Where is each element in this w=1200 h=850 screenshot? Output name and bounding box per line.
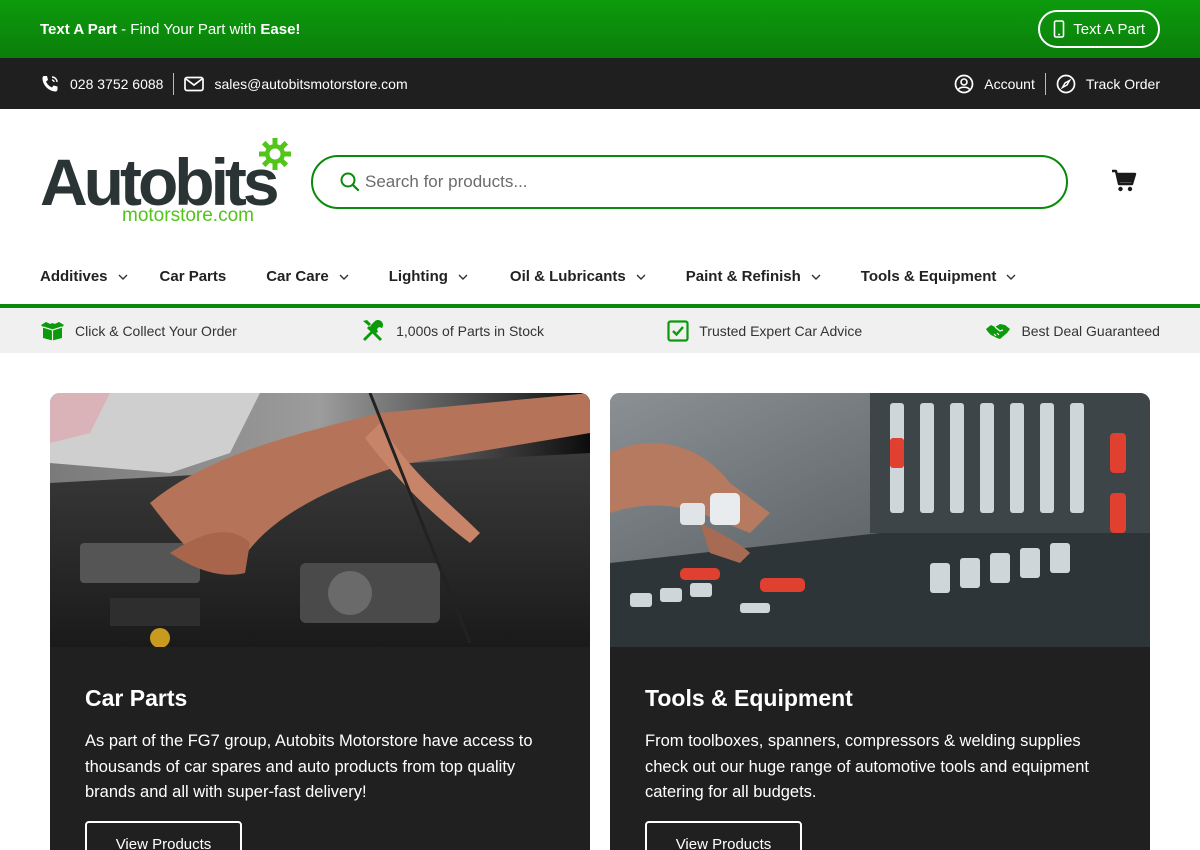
mobile-phone-icon [1053,20,1065,38]
nav-label: Additives [40,268,108,285]
track-order-link[interactable]: Track Order [1056,74,1160,94]
promo-text-bold: Text A Part [40,20,117,38]
usp-bar: Click & Collect Your Order 1,000s of Par… [0,308,1200,353]
card-description: From toolboxes, spanners, compressors & … [645,732,1089,801]
contact-bar: 028 3752 6088 sales@autobitsmotorstore.c… [0,58,1200,109]
card-body: Tools & Equipment From toolboxes, spanne… [610,647,1150,850]
card-title: Car Parts [85,685,188,711]
email-link[interactable]: sales@autobitsmotorstore.com [184,75,408,92]
email-address: sales@autobitsmotorstore.com [214,75,408,92]
chevron-down-icon [339,274,349,280]
search-bar [311,155,1068,209]
phone-link[interactable]: 028 3752 6088 [40,74,163,94]
nav-item-lighting[interactable]: Lighting [389,268,468,285]
promo-text-mid: - Find Your Part with [116,20,261,38]
car-engine-image [50,393,590,647]
card-body: Car Parts As part of the FG7 group, Auto… [50,647,590,850]
promo-text: Text A Part - Find Your Part with Ease! [40,21,300,38]
toolkit-image [610,393,1150,647]
nav-label: Oil & Lubricants [509,268,626,285]
nav-item-paint-refinish[interactable]: Paint & Refinish [686,268,821,285]
usp-item: Trusted Expert Car Advice [667,319,863,342]
usp-label: Click & Collect Your Order [75,322,237,339]
envelope-icon [184,76,205,91]
usp-item: Best Deal Guaranteed [985,321,1160,341]
handshake-icon [986,323,1011,339]
account-label: Account [984,75,1035,92]
nav-label: Tools & Equipment [860,268,997,285]
box-icon [41,321,64,340]
compass-icon [1056,74,1076,93]
divider [173,72,175,95]
nav-label: Paint & Refinish [685,268,801,285]
nav-item-car-parts[interactable]: Car Parts [160,268,227,285]
usp-label: Trusted Expert Car Advice [699,322,863,339]
card-title: Tools & Equipment [645,685,853,711]
nav-label: Car Parts [159,268,227,285]
usp-item: 1,000s of Parts in Stock [360,318,544,344]
chevron-down-icon [636,274,646,280]
account-link[interactable]: Account [954,74,1035,94]
category-card-car-parts[interactable]: Car Parts As part of the FG7 group, Auto… [50,393,590,850]
chevron-down-icon [1006,274,1016,280]
view-products-button[interactable]: View Products [85,821,242,850]
text-a-part-button[interactable]: Text A Part [1038,10,1160,48]
site-header: Autobits motorstore.com [0,109,1200,249]
gear-icon [259,138,291,170]
search-icon[interactable] [339,171,361,193]
main-nav: Additives Car Parts Car Care Lighting Oi… [0,249,1200,304]
nav-label: Lighting [388,268,448,285]
phone-number: 028 3752 6088 [70,75,164,92]
site-logo[interactable]: Autobits motorstore.com [40,137,295,229]
promo-text-ease: Ease! [260,20,301,38]
tools-icon [363,319,384,341]
usp-label: 1,000s of Parts in Stock [396,322,544,339]
nav-item-car-care[interactable]: Car Care [266,268,349,285]
category-card-tools-equipment[interactable]: Tools & Equipment From toolboxes, spanne… [610,393,1150,850]
nav-item-tools-equipment[interactable]: Tools & Equipment [861,268,1017,285]
divider [1044,72,1046,95]
chevron-down-icon [118,274,128,280]
usp-label: Best Deal Guaranteed [1021,322,1160,339]
search-input[interactable] [365,172,1025,192]
nav-label: Car Care [266,268,329,285]
promo-bar: Text A Part - Find Your Part with Ease! … [0,0,1200,58]
cart-icon[interactable] [1111,169,1137,193]
view-products-button[interactable]: View Products [645,821,802,850]
track-order-label: Track Order [1085,75,1160,92]
phone-icon [42,75,58,91]
check-icon [667,319,689,342]
card-description: As part of the FG7 group, Autobits Motor… [85,732,533,801]
chevron-down-icon [811,274,821,280]
nav-item-additives[interactable]: Additives [40,268,128,285]
text-a-part-label: Text A Part [1073,20,1145,38]
nav-item-oil-lubricants[interactable]: Oil & Lubricants [510,268,646,285]
user-circle-icon [954,74,974,93]
logo-subtitle: motorstore.com [122,205,254,226]
usp-item: Click & Collect Your Order [40,321,237,341]
chevron-down-icon [458,274,468,280]
